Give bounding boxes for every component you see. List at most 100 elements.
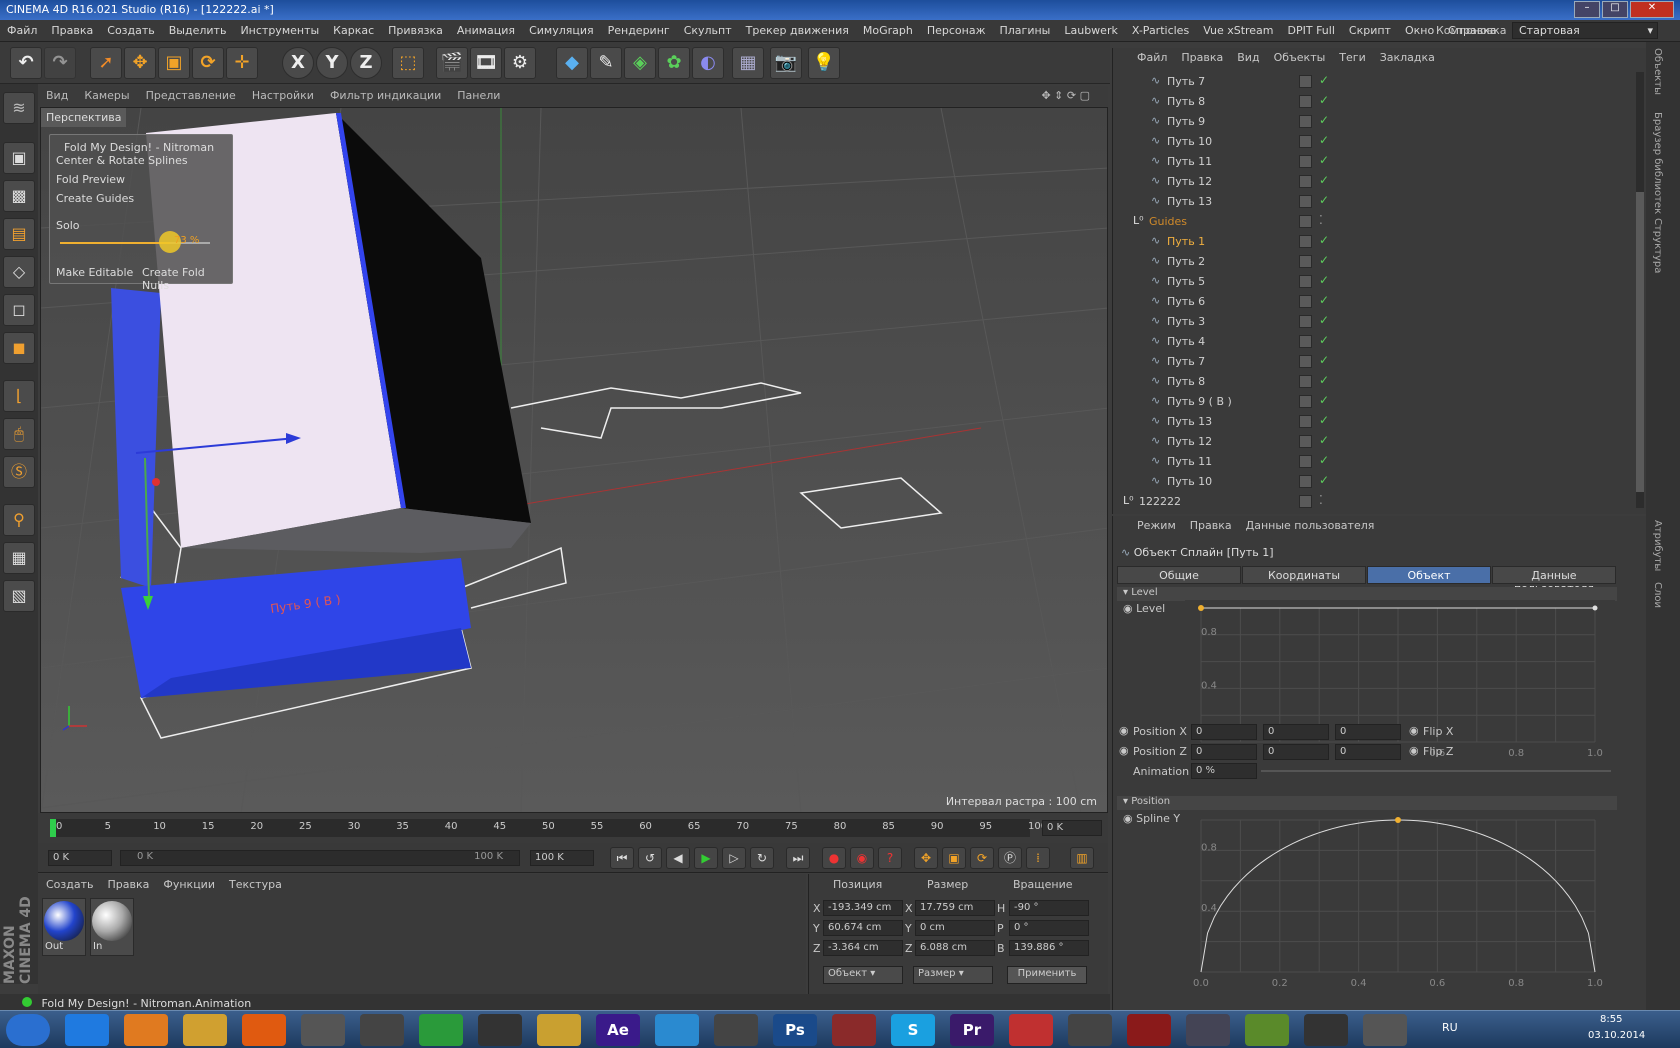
layer-dots-icon[interactable]: ⁚ [1319, 493, 1323, 507]
make-editable-button[interactable]: Make Editable [56, 266, 133, 279]
size-field[interactable]: 17.759 cm [915, 900, 995, 916]
timeline-ruler[interactable]: 0 5 10 15 20 25 30 35 40 45 50 55 60 65 70 75 80 85 90 95 10… [50, 819, 1047, 837]
polygons-mode-icon[interactable]: ◼ [3, 332, 35, 364]
z-handle[interactable] [152, 478, 160, 486]
object-row[interactable]: ∿ Путь 7 ✓ [1113, 72, 1645, 92]
attribute-tab[interactable]: Объект [1367, 566, 1491, 584]
material-item[interactable]: Out [42, 898, 86, 956]
visibility-toggle[interactable] [1299, 495, 1312, 508]
visibility-toggle[interactable] [1299, 275, 1312, 288]
model-mode-icon[interactable]: ▣ [3, 142, 35, 174]
lock-workplane-icon[interactable]: ▦ [3, 542, 35, 574]
position-value-field[interactable]: 0 [1335, 724, 1401, 740]
visibility-toggle[interactable] [1299, 395, 1312, 408]
material-menu-item[interactable]: Правка [108, 878, 150, 891]
live-select-icon[interactable]: ✛ [226, 47, 258, 79]
object-menu-item[interactable]: Правка [1181, 51, 1223, 64]
object-scroll-thumb[interactable] [1636, 192, 1644, 492]
menu-item[interactable]: Трекер движения [739, 20, 856, 41]
menu-item[interactable]: MoGraph [856, 20, 920, 41]
material-menu-item[interactable]: Текстура [229, 878, 282, 891]
object-row[interactable]: ∿ Путь 5 ✓ [1113, 272, 1645, 292]
object-row[interactable]: ∿ Путь 3 ✓ [1113, 312, 1645, 332]
attribute-menu-item[interactable]: Данные пользователя [1246, 519, 1375, 532]
viewport-menu-item[interactable]: Фильтр индикации [322, 86, 449, 105]
render-view-icon[interactable]: 🎬 [436, 47, 468, 79]
ie-icon[interactable] [65, 1014, 109, 1046]
points-mode-icon[interactable]: ◇ [3, 256, 35, 288]
object-row[interactable]: ∿ Путь 1 ✓ [1113, 232, 1645, 252]
visibility-toggle[interactable] [1299, 355, 1312, 368]
close-button[interactable]: ✕ [1630, 1, 1674, 18]
visibility-toggle[interactable] [1299, 295, 1312, 308]
create-fold-nulls-button[interactable]: Create Fold Nulls [142, 266, 232, 292]
app-icon[interactable] [301, 1014, 345, 1046]
viewport-nav-icons[interactable]: ✥ ⇕ ⟳ ▢ [1033, 86, 1098, 105]
coordinate-system-icon[interactable]: ⬚ [392, 47, 424, 79]
viewport-menu-item[interactable]: Вид [38, 86, 76, 105]
menu-item[interactable]: Привязка [381, 20, 450, 41]
visibility-toggle[interactable] [1299, 155, 1312, 168]
flip-checkbox[interactable]: ◉ [1409, 744, 1419, 757]
app10-icon[interactable] [1304, 1014, 1348, 1046]
start-frame-field[interactable]: 0 K [48, 850, 112, 866]
create-guides-button[interactable]: Create Guides [56, 192, 134, 205]
size-field[interactable]: 0 cm [915, 920, 995, 936]
check-icon[interactable]: ✓ [1319, 393, 1329, 407]
curve-knot[interactable] [1592, 605, 1598, 611]
menu-item[interactable]: Инструменты [233, 20, 326, 41]
playhead[interactable] [50, 819, 56, 837]
object-row[interactable]: ∿ Путь 13 ✓ [1113, 192, 1645, 212]
position-value-field[interactable]: 0 [1191, 744, 1257, 760]
timeline[interactable]: 0 5 10 15 20 25 30 35 40 45 50 55 60 65 70 75 80 85 90 95 10… [38, 813, 1108, 843]
object-row[interactable]: ∿ Путь 10 ✓ [1113, 132, 1645, 152]
redo-icon[interactable]: ↷ [44, 47, 76, 79]
position-group-header[interactable]: ▾ Position [1117, 796, 1617, 810]
object-menu-item[interactable]: Объекты [1274, 51, 1326, 64]
attribute-tab[interactable]: Общие [1117, 566, 1241, 584]
menu-item[interactable]: Окно [1398, 20, 1441, 41]
object-row[interactable]: ∿ Путь 9 ( B ) ✓ [1113, 392, 1645, 412]
auto-key-icon[interactable]: ◉ [850, 847, 874, 869]
utorrent-icon[interactable] [419, 1014, 463, 1046]
go-to-end-icon[interactable]: ⏭ [786, 847, 810, 869]
language-indicator[interactable]: RU [1442, 1021, 1458, 1034]
coord-mode-select[interactable]: Объект ▾ [823, 966, 903, 984]
app7-icon[interactable] [1127, 1014, 1171, 1046]
cube-icon[interactable]: ◆ [556, 47, 588, 79]
spline-pen-icon[interactable]: ✎ [590, 47, 622, 79]
y-axis-icon[interactable]: Y [316, 47, 348, 79]
menu-item[interactable]: Правка [44, 20, 100, 41]
object-row[interactable]: ∿ Путь 11 ✓ [1113, 152, 1645, 172]
center-rotate-button[interactable]: Center & Rotate Splines [56, 154, 188, 167]
rotation-field[interactable]: 0 ° [1009, 920, 1089, 936]
visibility-toggle[interactable] [1299, 175, 1312, 188]
app4-icon[interactable] [832, 1014, 876, 1046]
next-frame-icon[interactable]: ▷ [722, 847, 746, 869]
object-row[interactable]: ∿ Путь 4 ✓ [1113, 332, 1645, 352]
edges-mode-icon[interactable]: ◻ [3, 294, 35, 326]
menu-item[interactable]: Анимация [450, 20, 522, 41]
menu-item[interactable]: Файл [0, 20, 44, 41]
array-icon[interactable]: ✿ [658, 47, 690, 79]
curve-knot[interactable] [1198, 605, 1204, 611]
check-icon[interactable]: ✓ [1319, 73, 1329, 87]
check-icon[interactable]: ✓ [1319, 113, 1329, 127]
param-radio-icon[interactable]: ◉ [1119, 724, 1129, 737]
check-icon[interactable]: ✓ [1319, 353, 1329, 367]
app5-icon[interactable] [1009, 1014, 1053, 1046]
check-icon[interactable]: ✓ [1319, 173, 1329, 187]
side-tab[interactable]: Браузер библиотек [1652, 112, 1663, 214]
check-icon[interactable]: ✓ [1319, 413, 1329, 427]
app6-icon[interactable] [1068, 1014, 1112, 1046]
curve-knot[interactable] [1395, 817, 1401, 823]
visibility-toggle[interactable] [1299, 195, 1312, 208]
snap-icon[interactable]: ⚲ [3, 504, 35, 536]
attribute-menu-item[interactable]: Режим [1137, 519, 1176, 532]
level-group-header[interactable]: ▾ Level [1117, 587, 1617, 601]
object-row[interactable]: ∿ Путь 12 ✓ [1113, 432, 1645, 452]
wot-icon[interactable] [478, 1014, 522, 1046]
size-field[interactable]: 6.088 cm [915, 940, 995, 956]
check-icon[interactable]: ✓ [1319, 193, 1329, 207]
app2-icon[interactable] [537, 1014, 581, 1046]
